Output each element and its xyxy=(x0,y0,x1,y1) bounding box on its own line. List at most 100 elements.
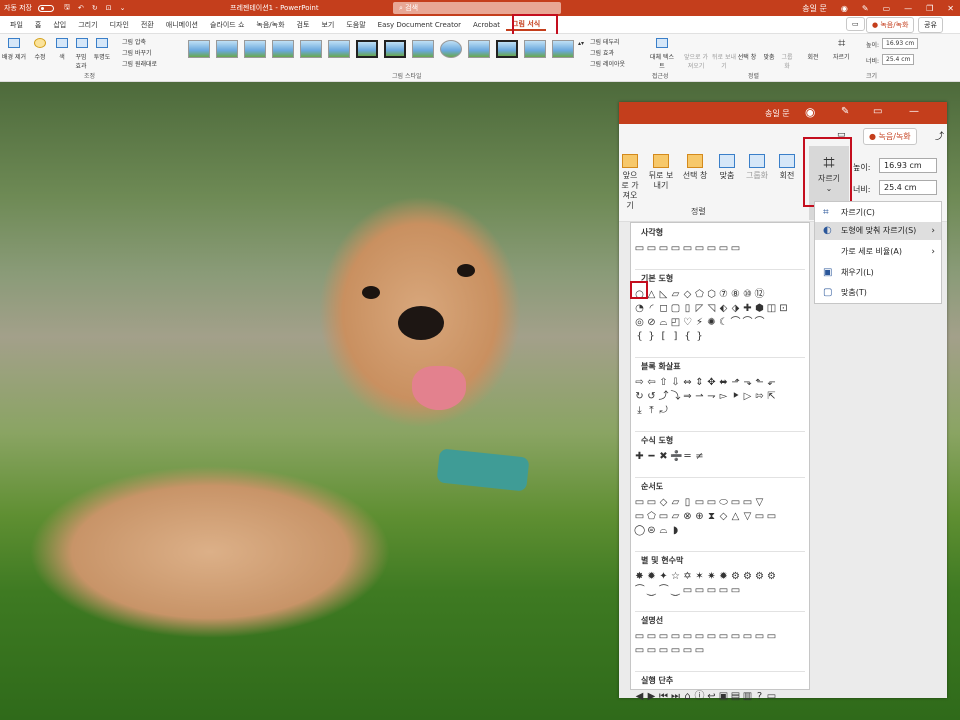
style-thumb[interactable] xyxy=(188,40,210,58)
style-thumb[interactable] xyxy=(272,40,294,58)
shape-option[interactable]: ⚙ xyxy=(742,571,753,582)
inset-bring-forward-button[interactable]: 앞으로 가져오기 xyxy=(619,154,641,211)
transparency-icon[interactable] xyxy=(96,38,108,48)
shape-option[interactable]: ○ xyxy=(634,289,645,300)
shape-option[interactable]: ▭ xyxy=(658,645,669,656)
shape-option[interactable]: ⇨ xyxy=(634,377,645,388)
picture-layout-button[interactable]: 그림 레이아웃 xyxy=(590,59,625,68)
shape-option[interactable]: ▭ xyxy=(634,243,645,254)
shape-option[interactable]: ▭ xyxy=(682,585,693,596)
shape-option[interactable]: ✶ xyxy=(694,571,705,582)
inset-avatar-icon[interactable]: ◉ xyxy=(805,105,815,119)
shape-option[interactable]: ▭ xyxy=(718,585,729,596)
shape-option[interactable]: ▭ xyxy=(670,645,681,656)
shape-option[interactable]: ▭ xyxy=(694,585,705,596)
redo-icon[interactable]: ↻ xyxy=(88,4,102,12)
shape-option[interactable]: ⤓ xyxy=(634,405,645,416)
shape-option[interactable]: ⇦ xyxy=(646,377,657,388)
shape-option[interactable]: ⚙ xyxy=(766,571,777,582)
present-icon[interactable]: ⊡ xyxy=(102,4,116,12)
shape-option[interactable]: ◯ xyxy=(634,525,645,536)
tab-acrobat[interactable]: Acrobat xyxy=(467,21,506,29)
shape-option[interactable]: ⏭ xyxy=(670,691,681,702)
shape-option[interactable]: ⇁ xyxy=(706,391,717,402)
shape-option[interactable]: ▱ xyxy=(670,511,681,522)
tab-view[interactable]: 보기 xyxy=(315,20,340,30)
inset-width-field[interactable]: 25.4 cm xyxy=(879,180,937,195)
reset-picture-button[interactable]: 그림 원래대로 xyxy=(122,59,157,68)
shape-option[interactable]: ◀ xyxy=(634,691,645,702)
close-icon[interactable]: ✕ xyxy=(947,4,954,13)
comments-icon[interactable]: ▭ xyxy=(846,17,865,31)
shape-option[interactable]: ▭ xyxy=(718,243,729,254)
quick-access-chevron-icon[interactable]: ⌄ xyxy=(116,4,130,12)
crop-icon[interactable]: ⌗ xyxy=(838,36,845,51)
shape-option[interactable]: ⬠ xyxy=(694,289,705,300)
shape-option[interactable]: ✦ xyxy=(658,571,669,582)
shape-option[interactable]: △ xyxy=(730,511,741,522)
shape-option[interactable]: ◻ xyxy=(658,303,669,314)
restore-icon[interactable]: ❐ xyxy=(926,4,933,13)
shape-option[interactable]: ▭ xyxy=(658,511,669,522)
shape-option[interactable]: ⌒ xyxy=(730,317,741,328)
shape-option[interactable]: ✸ xyxy=(634,571,645,582)
shape-option[interactable]: ⌒ xyxy=(742,317,753,328)
shape-option[interactable]: ▭ xyxy=(706,243,717,254)
remove-background-icon[interactable] xyxy=(8,38,20,48)
shape-option[interactable]: ▭ xyxy=(670,631,681,642)
shape-option[interactable]: ⇒ xyxy=(682,391,693,402)
shape-option[interactable]: { xyxy=(634,331,645,342)
tab-file[interactable]: 파일 xyxy=(4,20,29,30)
shape-option[interactable]: { xyxy=(682,331,693,342)
search-input[interactable]: ⌕ 검색 xyxy=(393,2,561,14)
shape-option[interactable]: ⇕ xyxy=(694,377,705,388)
style-thumb[interactable] xyxy=(496,40,518,58)
shape-option[interactable]: [ xyxy=(658,331,669,342)
shape-option[interactable]: ⇰ xyxy=(754,391,765,402)
shape-option[interactable]: ✹ xyxy=(718,571,729,582)
shape-option[interactable]: ⚡ xyxy=(694,317,705,328)
shape-option[interactable]: ➗ xyxy=(670,451,682,462)
shape-option[interactable]: ▭ xyxy=(742,631,753,642)
gallery-scroll-icon[interactable]: ▴▾ xyxy=(578,40,584,47)
shape-option[interactable]: ◗ xyxy=(670,525,681,536)
shape-option[interactable]: ▭ xyxy=(766,631,777,642)
shape-option[interactable]: ✷ xyxy=(706,571,717,582)
inset-align-button[interactable]: 맞춤 xyxy=(715,154,739,181)
shape-option[interactable]: ▭ xyxy=(658,631,669,642)
shape-option[interactable]: ✡ xyxy=(682,571,693,582)
shape-option[interactable]: } xyxy=(646,331,657,342)
shape-option[interactable]: ◹ xyxy=(706,303,717,314)
inset-height-field[interactable]: 16.93 cm xyxy=(879,158,937,173)
color-icon[interactable] xyxy=(56,38,68,48)
shape-option[interactable]: ▭ xyxy=(646,645,657,656)
shape-option[interactable]: ◔ xyxy=(634,303,645,314)
crop-menu-item[interactable]: ⌗ 자르기(C) xyxy=(815,204,941,222)
alt-text-label[interactable]: 대체 텍스트 xyxy=(650,52,674,70)
ribbon-display-icon[interactable]: ▭ xyxy=(883,4,891,13)
tab-help[interactable]: 도움말 xyxy=(340,20,371,30)
shape-option[interactable]: ↩ xyxy=(706,691,717,702)
color-label[interactable]: 색 xyxy=(56,52,68,61)
height-field[interactable]: 16.93 cm xyxy=(882,38,919,49)
shape-option[interactable]: ⌂ xyxy=(682,691,693,702)
style-thumb[interactable] xyxy=(552,40,574,58)
shape-option[interactable]: ⑫ xyxy=(754,289,765,300)
record-button[interactable]: ● 녹음/녹화 xyxy=(866,17,915,33)
shape-option[interactable]: ⤵ xyxy=(670,391,681,402)
shape-option[interactable]: ⊡ xyxy=(778,303,789,314)
inset-record-button[interactable]: ● 녹음/녹화 xyxy=(863,128,917,145)
align-label[interactable]: 맞춤 xyxy=(762,52,776,61)
style-thumb[interactable] xyxy=(412,40,434,58)
undo-icon[interactable]: ↶ xyxy=(74,4,88,12)
shape-option[interactable]: ✚ xyxy=(634,451,645,462)
compress-pictures-button[interactable]: 그림 압축 xyxy=(122,37,146,46)
shape-option[interactable]: ✖ xyxy=(658,451,669,462)
shape-option[interactable]: ▣ xyxy=(718,691,729,702)
tab-design[interactable]: 디자인 xyxy=(104,20,135,30)
shape-option[interactable]: ▭ xyxy=(730,631,741,642)
inset-selection-pane-button[interactable]: 선택 창 xyxy=(679,154,711,181)
shape-option[interactable]: ▭ xyxy=(634,511,645,522)
shape-option[interactable]: ◸ xyxy=(694,303,705,314)
style-thumb[interactable] xyxy=(384,40,406,58)
